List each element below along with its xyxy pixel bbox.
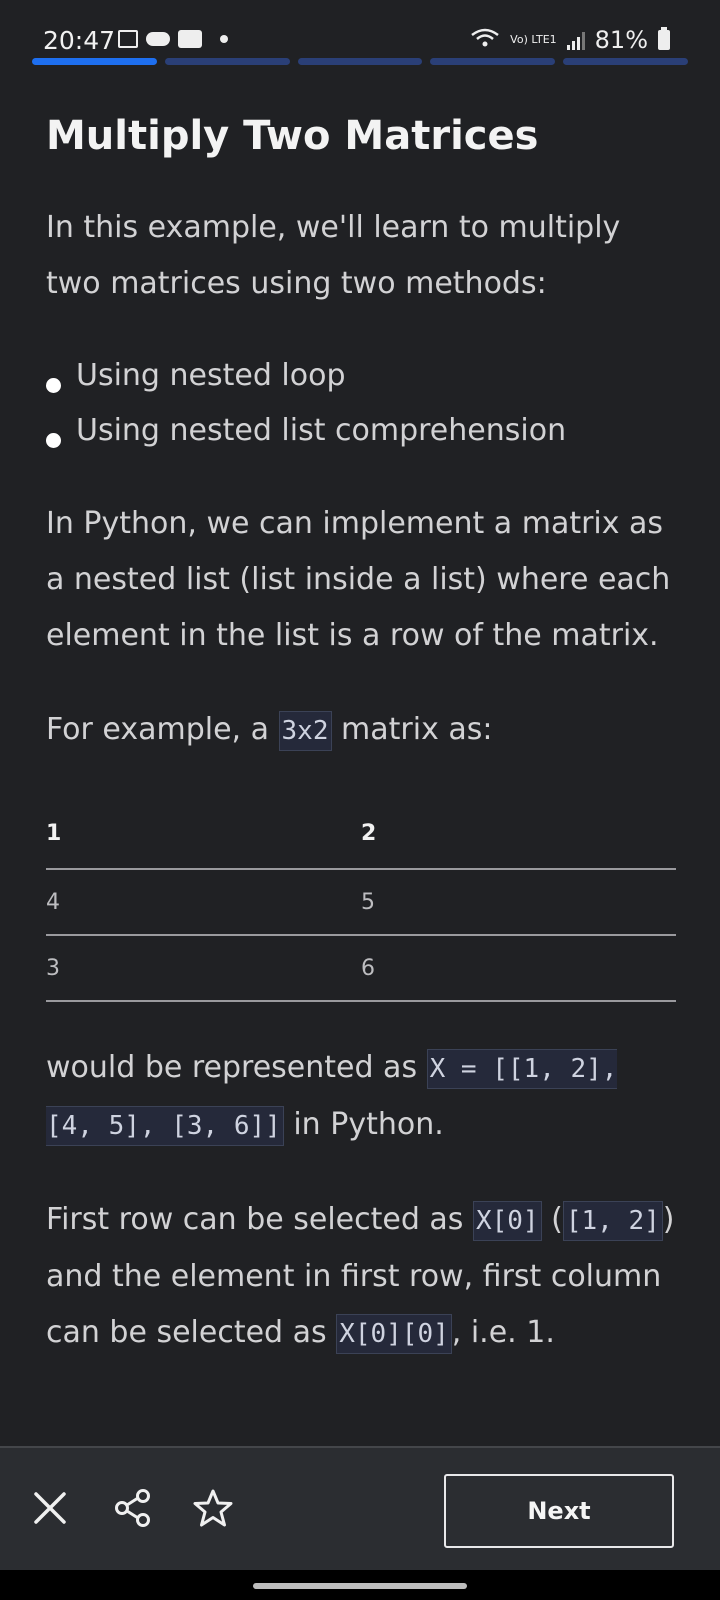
progress-segment — [563, 58, 688, 65]
next-button[interactable]: Next — [444, 1474, 674, 1548]
table-cell: 4 — [46, 869, 361, 936]
inline-code: X[0][0] — [336, 1314, 452, 1354]
share-icon — [115, 1489, 150, 1527]
progress-segment — [430, 58, 556, 65]
more-notifications-icon — [220, 35, 228, 43]
selection-paragraph: First row can be selected as X[0] ([1, 2… — [46, 1192, 676, 1362]
progress-segment — [32, 58, 157, 65]
wifi-icon — [470, 27, 500, 53]
representation-paragraph: would be represented as X = [[1, 2], [4,… — [46, 1040, 676, 1154]
progress-segment — [164, 58, 290, 65]
text-span: , i.e. 1. — [451, 1315, 555, 1350]
list-item: Using nested loop — [46, 348, 676, 403]
text-span: matrix as: — [331, 712, 493, 747]
text-span: ( — [541, 1202, 563, 1237]
home-gesture-handle[interactable] — [253, 1583, 467, 1589]
list-item: Using nested list comprehension — [46, 403, 676, 458]
table-header-row: 1 2 — [46, 799, 676, 870]
methods-list: Using nested loop Using nested list comp… — [46, 348, 676, 458]
signal-icon — [566, 30, 585, 50]
bookmark-button[interactable] — [193, 1488, 233, 1528]
text-span: in Python. — [283, 1107, 444, 1142]
table-cell: 5 — [361, 869, 676, 936]
matrix-table: 1 2 4 5 3 6 — [46, 799, 676, 1002]
close-button[interactable] — [30, 1488, 70, 1528]
article-content: Multiply Two Matrices In this example, w… — [46, 108, 676, 1362]
volte-indicator: Vo) LTE1 — [510, 33, 557, 46]
gallery-icon — [118, 30, 138, 48]
page-title: Multiply Two Matrices — [46, 113, 539, 159]
progress-segment — [297, 58, 423, 65]
notification-icons — [118, 30, 228, 48]
text-span: First row can be selected as — [46, 1202, 473, 1237]
table-cell: 6 — [361, 935, 676, 1002]
battery-icon — [658, 27, 670, 50]
text-span: would be represented as — [46, 1050, 427, 1085]
close-icon — [34, 1492, 66, 1524]
star-icon — [193, 1489, 233, 1527]
intro-paragraph: In this example, we'll learn to multiply… — [46, 210, 621, 301]
table-row: 4 5 — [46, 869, 676, 936]
bottom-toolbar: Next — [0, 1446, 720, 1570]
share-button[interactable] — [113, 1488, 153, 1528]
status-time: 20:47 — [43, 26, 116, 55]
text-span: For example, a — [46, 712, 279, 747]
inline-code: 3x2 — [278, 711, 332, 751]
inline-code: [1, 2] — [562, 1201, 663, 1241]
system-icons: Vo) LTE1 81% — [470, 26, 670, 54]
table-cell: 3 — [46, 935, 361, 1002]
matrix-explanation: In Python, we can implement a matrix as … — [46, 506, 671, 653]
status-bar: 20:47 Vo) LTE1 81% — [0, 0, 720, 58]
example-paragraph: For example, a 3x2 matrix as: — [46, 702, 676, 759]
story-progress — [32, 58, 688, 65]
table-header-cell: 2 — [361, 799, 676, 870]
news-icon — [178, 30, 202, 48]
table-row: 3 6 — [46, 935, 676, 1002]
inline-code: X[0] — [472, 1201, 542, 1241]
battery-percent: 81% — [594, 26, 648, 54]
cloud-icon — [146, 32, 170, 46]
table-header-cell: 1 — [46, 799, 361, 870]
